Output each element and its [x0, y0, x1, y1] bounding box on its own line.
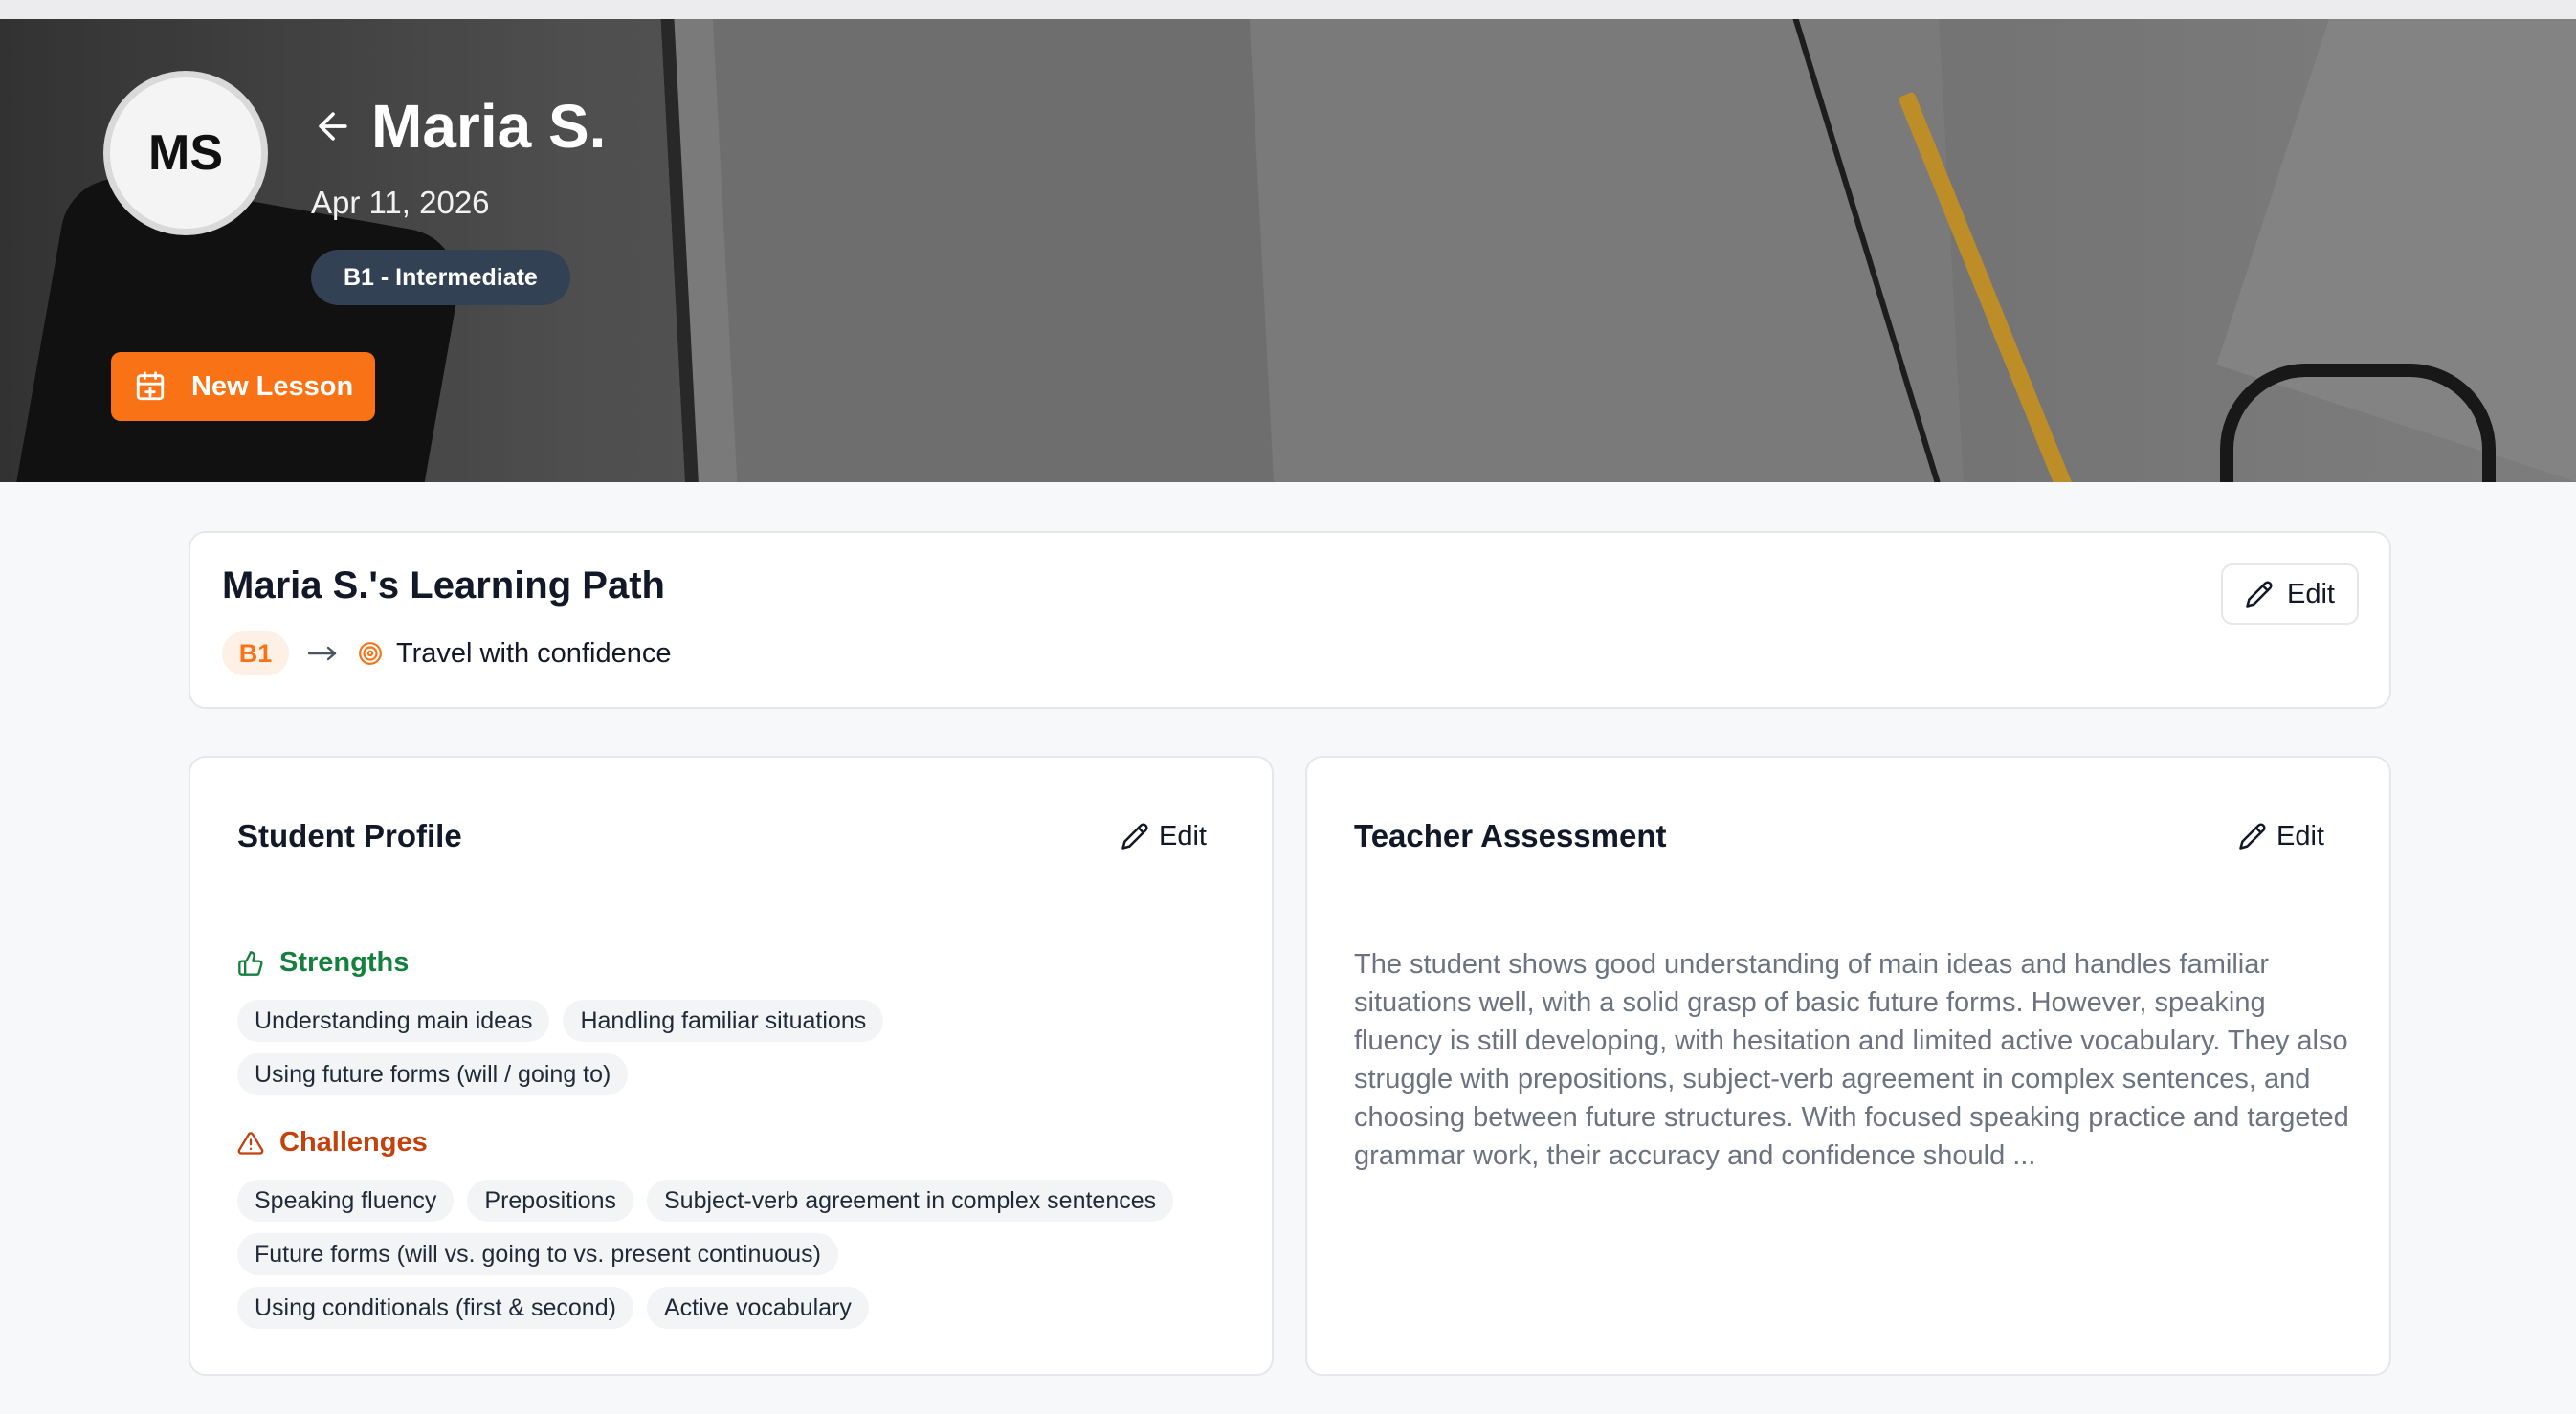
browser-top-strip: [0, 0, 2576, 19]
challenge-tag: Using conditionals (first & second): [237, 1287, 633, 1329]
strengths-heading: Strengths: [237, 947, 409, 979]
strength-tag: Handling familiar situations: [563, 1000, 884, 1042]
challenge-tag: Speaking fluency: [237, 1180, 455, 1222]
strength-tag: Using future forms (will / going to): [237, 1053, 629, 1095]
challenges-label: Challenges: [279, 1127, 428, 1158]
current-level-badge: B1: [222, 631, 289, 675]
student-profile-title: Student Profile: [237, 818, 462, 853]
edit-label: Edit: [2287, 578, 2335, 609]
strengths-list: Understanding main ideas Handling famili…: [237, 1000, 1223, 1095]
teacher-assessment-card: Teacher Assessment Edit The student show…: [1305, 756, 2391, 1376]
calendar-plus-icon: [136, 371, 165, 401]
strengths-label: Strengths: [279, 947, 410, 978]
page-title: Maria S.: [371, 92, 607, 161]
edit-learning-path-button[interactable]: Edit: [2221, 563, 2359, 625]
new-lesson-button[interactable]: New Lesson: [111, 352, 375, 421]
pencil-icon: [1121, 823, 1148, 850]
teacher-assessment-text: The student shows good understanding of …: [1354, 949, 2349, 1171]
strength-tag: Understanding main ideas: [237, 1000, 550, 1042]
challenge-tag: Subject-verb agreement in complex senten…: [646, 1180, 1174, 1222]
edit-label: Edit: [2276, 820, 2324, 851]
challenge-tag: Prepositions: [467, 1180, 633, 1222]
target-icon: [359, 642, 382, 665]
learning-path-title: Maria S.'s Learning Path: [222, 564, 665, 607]
edit-student-profile-button[interactable]: Edit: [1121, 815, 1207, 857]
challenges-list: Speaking fluency Prepositions Subject-ve…: [237, 1180, 1223, 1329]
arrow-left-icon: [319, 112, 347, 141]
learning-path-route: B1 Travel with confidence: [222, 631, 671, 675]
thumbs-up-icon: [238, 950, 263, 976]
level-badge: B1 - Intermediate: [311, 250, 570, 305]
avatar: MS: [103, 71, 268, 235]
challenge-tag: Active vocabulary: [646, 1287, 869, 1329]
challenges-heading: Challenges: [237, 1127, 428, 1159]
arrow-right-icon: [307, 646, 337, 661]
warning-triangle-icon: [237, 1131, 264, 1155]
lesson-date: Apr 11, 2026: [311, 185, 490, 220]
challenge-tag: Future forms (will vs. going to vs. pres…: [237, 1233, 838, 1275]
teacher-assessment-title: Teacher Assessment: [1354, 818, 1667, 853]
pencil-icon: [2239, 823, 2266, 850]
edit-teacher-assessment-button[interactable]: Edit: [2238, 815, 2324, 857]
learning-goal: Travel with confidence: [396, 637, 672, 669]
back-button[interactable]: [312, 105, 354, 147]
pencil-icon: [2246, 581, 2273, 608]
student-profile-card: Student Profile Edit Strengths Understan…: [189, 756, 1274, 1376]
learning-path-card: Maria S.'s Learning Path B1 Travel with …: [189, 531, 2391, 709]
new-lesson-label: New Lesson: [191, 370, 354, 402]
edit-label: Edit: [1159, 820, 1207, 851]
